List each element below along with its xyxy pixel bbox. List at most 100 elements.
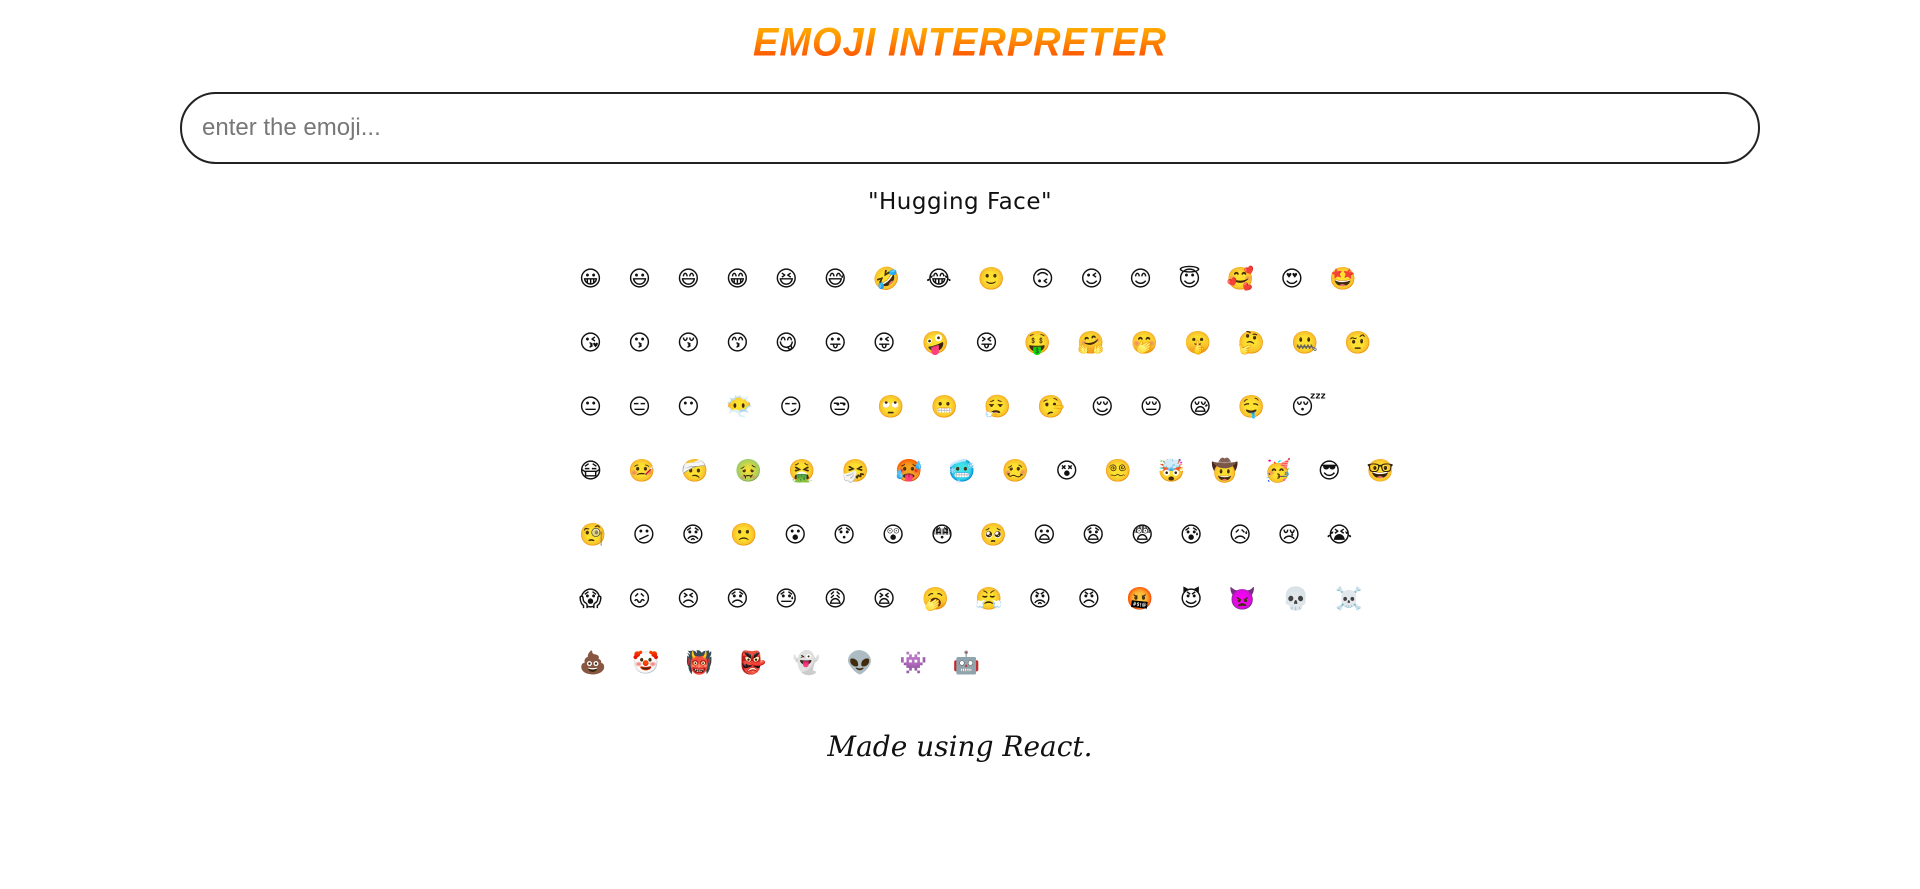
emoji-item[interactable]: 😷 <box>579 456 602 488</box>
emoji-item[interactable]: 💩 <box>579 648 606 680</box>
emoji-item[interactable]: 😚 <box>677 328 700 360</box>
emoji-item[interactable]: 😥 <box>1229 520 1252 552</box>
emoji-item[interactable]: 😦 <box>1033 520 1056 552</box>
emoji-item[interactable]: 😖 <box>628 584 651 616</box>
emoji-item[interactable]: 😍 <box>1280 264 1303 296</box>
emoji-item[interactable]: 😁 <box>726 264 749 296</box>
emoji-item[interactable]: 😒 <box>828 392 851 424</box>
emoji-item[interactable]: 👻 <box>793 648 820 680</box>
emoji-item[interactable]: 😊 <box>1129 264 1152 296</box>
emoji-item[interactable]: 🤥 <box>1037 392 1064 424</box>
emoji-item[interactable]: 😎 <box>1318 456 1341 488</box>
emoji-item[interactable]: 😴 <box>1291 392 1326 424</box>
emoji-item[interactable]: 😅 <box>824 264 847 296</box>
emoji-item[interactable]: 🥰 <box>1227 264 1254 296</box>
emoji-item[interactable]: 🤓 <box>1367 456 1394 488</box>
emoji-item[interactable]: 🤧 <box>842 456 869 488</box>
emoji-item[interactable]: 😕 <box>632 520 655 552</box>
emoji-item[interactable]: 😟 <box>681 520 704 552</box>
emoji-item[interactable]: 😳 <box>931 520 954 552</box>
emoji-item[interactable]: 👾 <box>899 648 926 680</box>
emoji-item[interactable]: 🤡 <box>632 648 659 680</box>
emoji-search-input[interactable] <box>180 92 1760 164</box>
emoji-item[interactable]: 🤨 <box>1344 328 1371 360</box>
emoji-item[interactable]: 😵‍💫 <box>1104 456 1131 488</box>
emoji-item[interactable]: 😈 <box>1180 584 1203 616</box>
emoji-item[interactable]: 😭 <box>1326 520 1352 552</box>
emoji-item[interactable]: 😑 <box>628 392 651 424</box>
emoji-item[interactable]: 😵 <box>1055 456 1078 488</box>
emoji-item[interactable]: 🤭 <box>1131 328 1158 360</box>
emoji-item[interactable]: 🤗 <box>1077 328 1104 360</box>
emoji-item[interactable]: 🤕 <box>681 456 708 488</box>
emoji-item[interactable]: 👿 <box>1229 584 1256 616</box>
emoji-item[interactable]: 🧐 <box>579 520 606 552</box>
emoji-item[interactable]: 🤒 <box>628 456 655 488</box>
emoji-item[interactable]: 👽 <box>846 648 873 680</box>
emoji-item[interactable]: 😩 <box>824 584 847 616</box>
emoji-item[interactable]: 👹 <box>686 648 713 680</box>
emoji-item[interactable]: 🤯 <box>1158 456 1185 488</box>
emoji-item[interactable]: 😛 <box>824 328 847 360</box>
emoji-item[interactable]: 🤐 <box>1291 328 1318 360</box>
emoji-item[interactable]: 😇 <box>1178 264 1201 296</box>
emoji-item[interactable]: 🤑 <box>1024 328 1051 360</box>
emoji-item[interactable]: 😔 <box>1140 392 1163 424</box>
emoji-item[interactable]: 😤 <box>975 584 1002 616</box>
emoji-item[interactable]: 🤩 <box>1329 264 1356 296</box>
emoji-item[interactable]: 😪 <box>1189 392 1212 424</box>
emoji-item[interactable]: 😋 <box>775 328 798 360</box>
emoji-item[interactable]: 😐 <box>579 392 602 424</box>
emoji-item[interactable]: 😂 <box>926 264 952 296</box>
emoji-item[interactable]: 🤫 <box>1184 328 1211 360</box>
emoji-item[interactable]: 🥺 <box>979 520 1006 552</box>
emoji-item[interactable]: 😏 <box>779 392 802 424</box>
emoji-item[interactable]: 😡 <box>1028 584 1051 616</box>
emoji-item[interactable]: 😰 <box>1180 520 1203 552</box>
emoji-item[interactable]: 😬 <box>931 392 958 424</box>
emoji-item[interactable]: 😶‍🌫️ <box>726 392 753 424</box>
emoji-item[interactable]: ☠️ <box>1335 584 1362 616</box>
emoji-item[interactable]: 🙃 <box>1031 264 1054 296</box>
emoji-item[interactable]: 🤪 <box>922 328 949 360</box>
emoji-item[interactable]: 🤤 <box>1238 392 1265 424</box>
emoji-item[interactable]: 😢 <box>1278 520 1301 552</box>
emoji-item[interactable]: 🤢 <box>735 456 762 488</box>
emoji-item[interactable]: 😮‍💨 <box>984 392 1011 424</box>
emoji-item[interactable]: 🙁 <box>730 520 757 552</box>
emoji-item[interactable]: 😠 <box>1077 584 1100 616</box>
emoji-item[interactable]: 🤠 <box>1211 456 1238 488</box>
emoji-item[interactable]: 🥵 <box>895 456 922 488</box>
emoji-item[interactable]: 👺 <box>739 648 766 680</box>
emoji-item[interactable]: 🤖 <box>953 648 980 680</box>
emoji-item[interactable]: 😜 <box>873 328 896 360</box>
emoji-item[interactable]: 🤬 <box>1126 584 1153 616</box>
emoji-item[interactable]: 🤔 <box>1238 328 1265 360</box>
emoji-item[interactable]: 😶 <box>677 392 700 424</box>
emoji-item[interactable]: 🤮 <box>788 456 815 488</box>
emoji-item[interactable]: 🙂 <box>978 264 1005 296</box>
emoji-item[interactable]: 😃 <box>628 264 651 296</box>
emoji-item[interactable]: 🥳 <box>1264 456 1291 488</box>
emoji-item[interactable]: 😓 <box>775 584 798 616</box>
emoji-item[interactable]: 🤣 <box>873 264 900 296</box>
emoji-item[interactable]: 🥶 <box>948 456 975 488</box>
emoji-item[interactable]: 😀 <box>579 264 602 296</box>
emoji-item[interactable]: 😉 <box>1080 264 1103 296</box>
emoji-item[interactable]: 😮 <box>784 520 807 552</box>
emoji-item[interactable]: 😞 <box>726 584 749 616</box>
emoji-item[interactable]: 😝 <box>975 328 998 360</box>
emoji-item[interactable]: 😧 <box>1082 520 1105 552</box>
emoji-item[interactable]: 😌 <box>1091 392 1114 424</box>
emoji-item[interactable]: 🙄 <box>877 392 904 424</box>
emoji-item[interactable]: 😙 <box>726 328 749 360</box>
emoji-item[interactable]: 😯 <box>833 520 856 552</box>
emoji-item[interactable]: 😲 <box>882 520 905 552</box>
emoji-item[interactable]: 😆 <box>775 264 798 296</box>
emoji-item[interactable]: 😘 <box>579 328 602 360</box>
emoji-item[interactable]: 🥱 <box>922 584 949 616</box>
emoji-item[interactable]: 😗 <box>628 328 651 360</box>
emoji-item[interactable]: 😫 <box>873 584 896 616</box>
emoji-item[interactable]: 💀 <box>1282 584 1309 616</box>
emoji-item[interactable]: 😄 <box>677 264 700 296</box>
